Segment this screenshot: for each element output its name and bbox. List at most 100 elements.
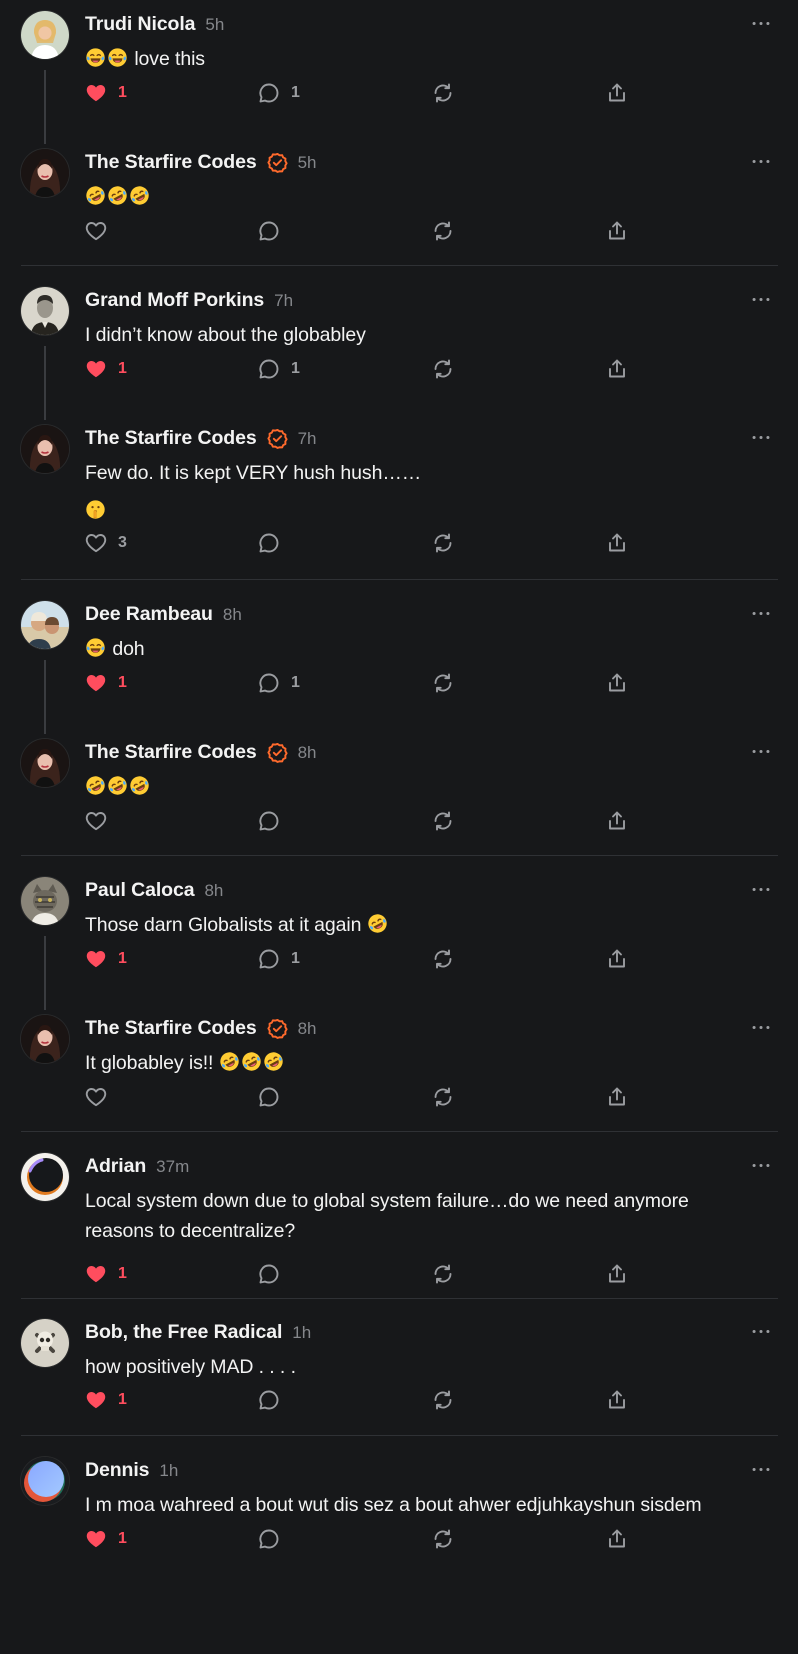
more-options-icon[interactable] <box>748 1322 774 1340</box>
more-options-icon[interactable] <box>748 880 774 898</box>
post-timestamp[interactable]: 1h <box>159 1461 178 1481</box>
more-options-icon[interactable] <box>748 14 774 32</box>
post-timestamp[interactable]: 7h <box>298 429 317 449</box>
author-name[interactable]: Bob, the Free Radical <box>85 1321 282 1344</box>
avatar[interactable] <box>21 1457 69 1505</box>
author-name[interactable]: Dennis <box>85 1459 150 1482</box>
reply-post[interactable]: The Starfire Codes 7h Few do. It is kept V… <box>0 414 798 579</box>
repost-button[interactable] <box>431 807 455 835</box>
avatar[interactable] <box>21 601 69 649</box>
reply-post[interactable]: Paul Caloca 8h Those darn Globalists at it… <box>0 866 798 1010</box>
reply-post[interactable]: Adrian 37m Local system down due to global… <box>0 1142 798 1298</box>
avatar[interactable] <box>21 877 69 925</box>
author-name[interactable]: Trudi Nicola <box>85 13 196 36</box>
like-button[interactable] <box>84 807 108 835</box>
like-button[interactable]: 1 <box>84 355 127 383</box>
share-button[interactable] <box>605 217 629 245</box>
reply-button[interactable]: 1 <box>257 669 300 697</box>
like-button[interactable]: 1 <box>84 1260 127 1288</box>
repost-button[interactable] <box>431 355 455 383</box>
reply-post[interactable]: Trudi Nicola 5h love this 1 1 <box>0 0 798 144</box>
share-button[interactable] <box>605 1260 629 1288</box>
post-timestamp[interactable]: 8h <box>204 881 223 901</box>
author-name[interactable]: Paul Caloca <box>85 879 195 902</box>
like-button[interactable]: 1 <box>84 1386 127 1414</box>
reply-post[interactable]: Dennis 1h I m moa wahreed a bout wut dis s… <box>0 1446 798 1576</box>
author-name[interactable]: The Starfire Codes <box>85 427 257 450</box>
repost-button[interactable] <box>431 945 455 973</box>
repost-button[interactable] <box>431 1525 455 1553</box>
reply-button[interactable]: 1 <box>257 355 300 383</box>
share-button[interactable] <box>605 79 629 107</box>
avatar[interactable] <box>21 11 69 59</box>
share-button[interactable] <box>605 355 629 383</box>
post-timestamp[interactable]: 8h <box>298 743 317 763</box>
reply-button[interactable] <box>257 807 281 835</box>
reply-post[interactable]: Grand Moff Porkins 7h I didn’t know about … <box>0 276 798 420</box>
reply-post[interactable]: The Starfire Codes 5h <box>0 138 798 265</box>
like-button[interactable]: 1 <box>84 669 127 697</box>
like-button[interactable]: 3 <box>84 529 127 557</box>
author-name[interactable]: The Starfire Codes <box>85 1017 257 1040</box>
share-button[interactable] <box>605 669 629 697</box>
reply-button[interactable] <box>257 1525 281 1553</box>
like-button[interactable]: 1 <box>84 1525 127 1553</box>
like-button[interactable]: 1 <box>84 945 127 973</box>
avatar[interactable] <box>21 1015 69 1063</box>
share-button[interactable] <box>605 1386 629 1414</box>
more-options-icon[interactable] <box>748 290 774 308</box>
post-timestamp[interactable]: 37m <box>156 1157 189 1177</box>
more-options-icon[interactable] <box>748 152 774 170</box>
avatar[interactable] <box>21 1153 69 1201</box>
more-options-icon[interactable] <box>748 742 774 760</box>
reply-post[interactable]: Bob, the Free Radical 1h how positively MA… <box>0 1308 798 1435</box>
more-options-icon[interactable] <box>748 604 774 622</box>
reply-button[interactable]: 1 <box>257 945 300 973</box>
reply-post[interactable]: The Starfire Codes 8h It globabley is!! <box>0 1004 798 1131</box>
repost-button[interactable] <box>431 1386 455 1414</box>
post-timestamp[interactable]: 8h <box>298 1019 317 1039</box>
more-options-icon[interactable] <box>748 428 774 446</box>
post-timestamp[interactable]: 5h <box>205 15 224 35</box>
reply-button[interactable] <box>257 1386 281 1414</box>
share-button[interactable] <box>605 807 629 835</box>
author-name[interactable]: Grand Moff Porkins <box>85 289 264 312</box>
author-name[interactable]: Dee Rambeau <box>85 603 213 626</box>
share-button[interactable] <box>605 1083 629 1111</box>
reply-button[interactable] <box>257 217 281 245</box>
reply-button[interactable] <box>257 529 281 557</box>
repost-button[interactable] <box>431 1260 455 1288</box>
avatar[interactable] <box>21 287 69 335</box>
post-timestamp[interactable]: 5h <box>298 153 317 173</box>
reply-post[interactable]: Dee Rambeau 8h doh 1 1 <box>0 590 798 734</box>
like-button[interactable]: 1 <box>84 79 127 107</box>
share-button[interactable] <box>605 945 629 973</box>
repost-button[interactable] <box>431 529 455 557</box>
post-timestamp[interactable]: 1h <box>292 1323 311 1343</box>
reply-button[interactable]: 1 <box>257 79 300 107</box>
share-button[interactable] <box>605 529 629 557</box>
avatar[interactable] <box>21 1319 69 1367</box>
post-timestamp[interactable]: 8h <box>223 605 242 625</box>
repost-button[interactable] <box>431 79 455 107</box>
share-button[interactable] <box>605 1525 629 1553</box>
avatar[interactable] <box>21 149 69 197</box>
like-button[interactable] <box>84 217 108 245</box>
avatar[interactable] <box>21 739 69 787</box>
repost-button[interactable] <box>431 669 455 697</box>
author-name[interactable]: The Starfire Codes <box>85 151 257 174</box>
more-options-icon[interactable] <box>748 1156 774 1174</box>
more-options-icon[interactable] <box>748 1460 774 1478</box>
repost-button[interactable] <box>431 217 455 245</box>
post-timestamp[interactable]: 7h <box>274 291 293 311</box>
more-options-icon[interactable] <box>748 1018 774 1036</box>
reply-button[interactable] <box>257 1083 281 1111</box>
reply-post[interactable]: The Starfire Codes 8h <box>0 728 798 855</box>
author-name[interactable]: The Starfire Codes <box>85 741 257 764</box>
reply-button[interactable] <box>257 1260 281 1288</box>
avatar[interactable] <box>21 425 69 473</box>
repost-icon <box>431 219 455 243</box>
like-button[interactable] <box>84 1083 108 1111</box>
author-name[interactable]: Adrian <box>85 1155 146 1178</box>
repost-button[interactable] <box>431 1083 455 1111</box>
